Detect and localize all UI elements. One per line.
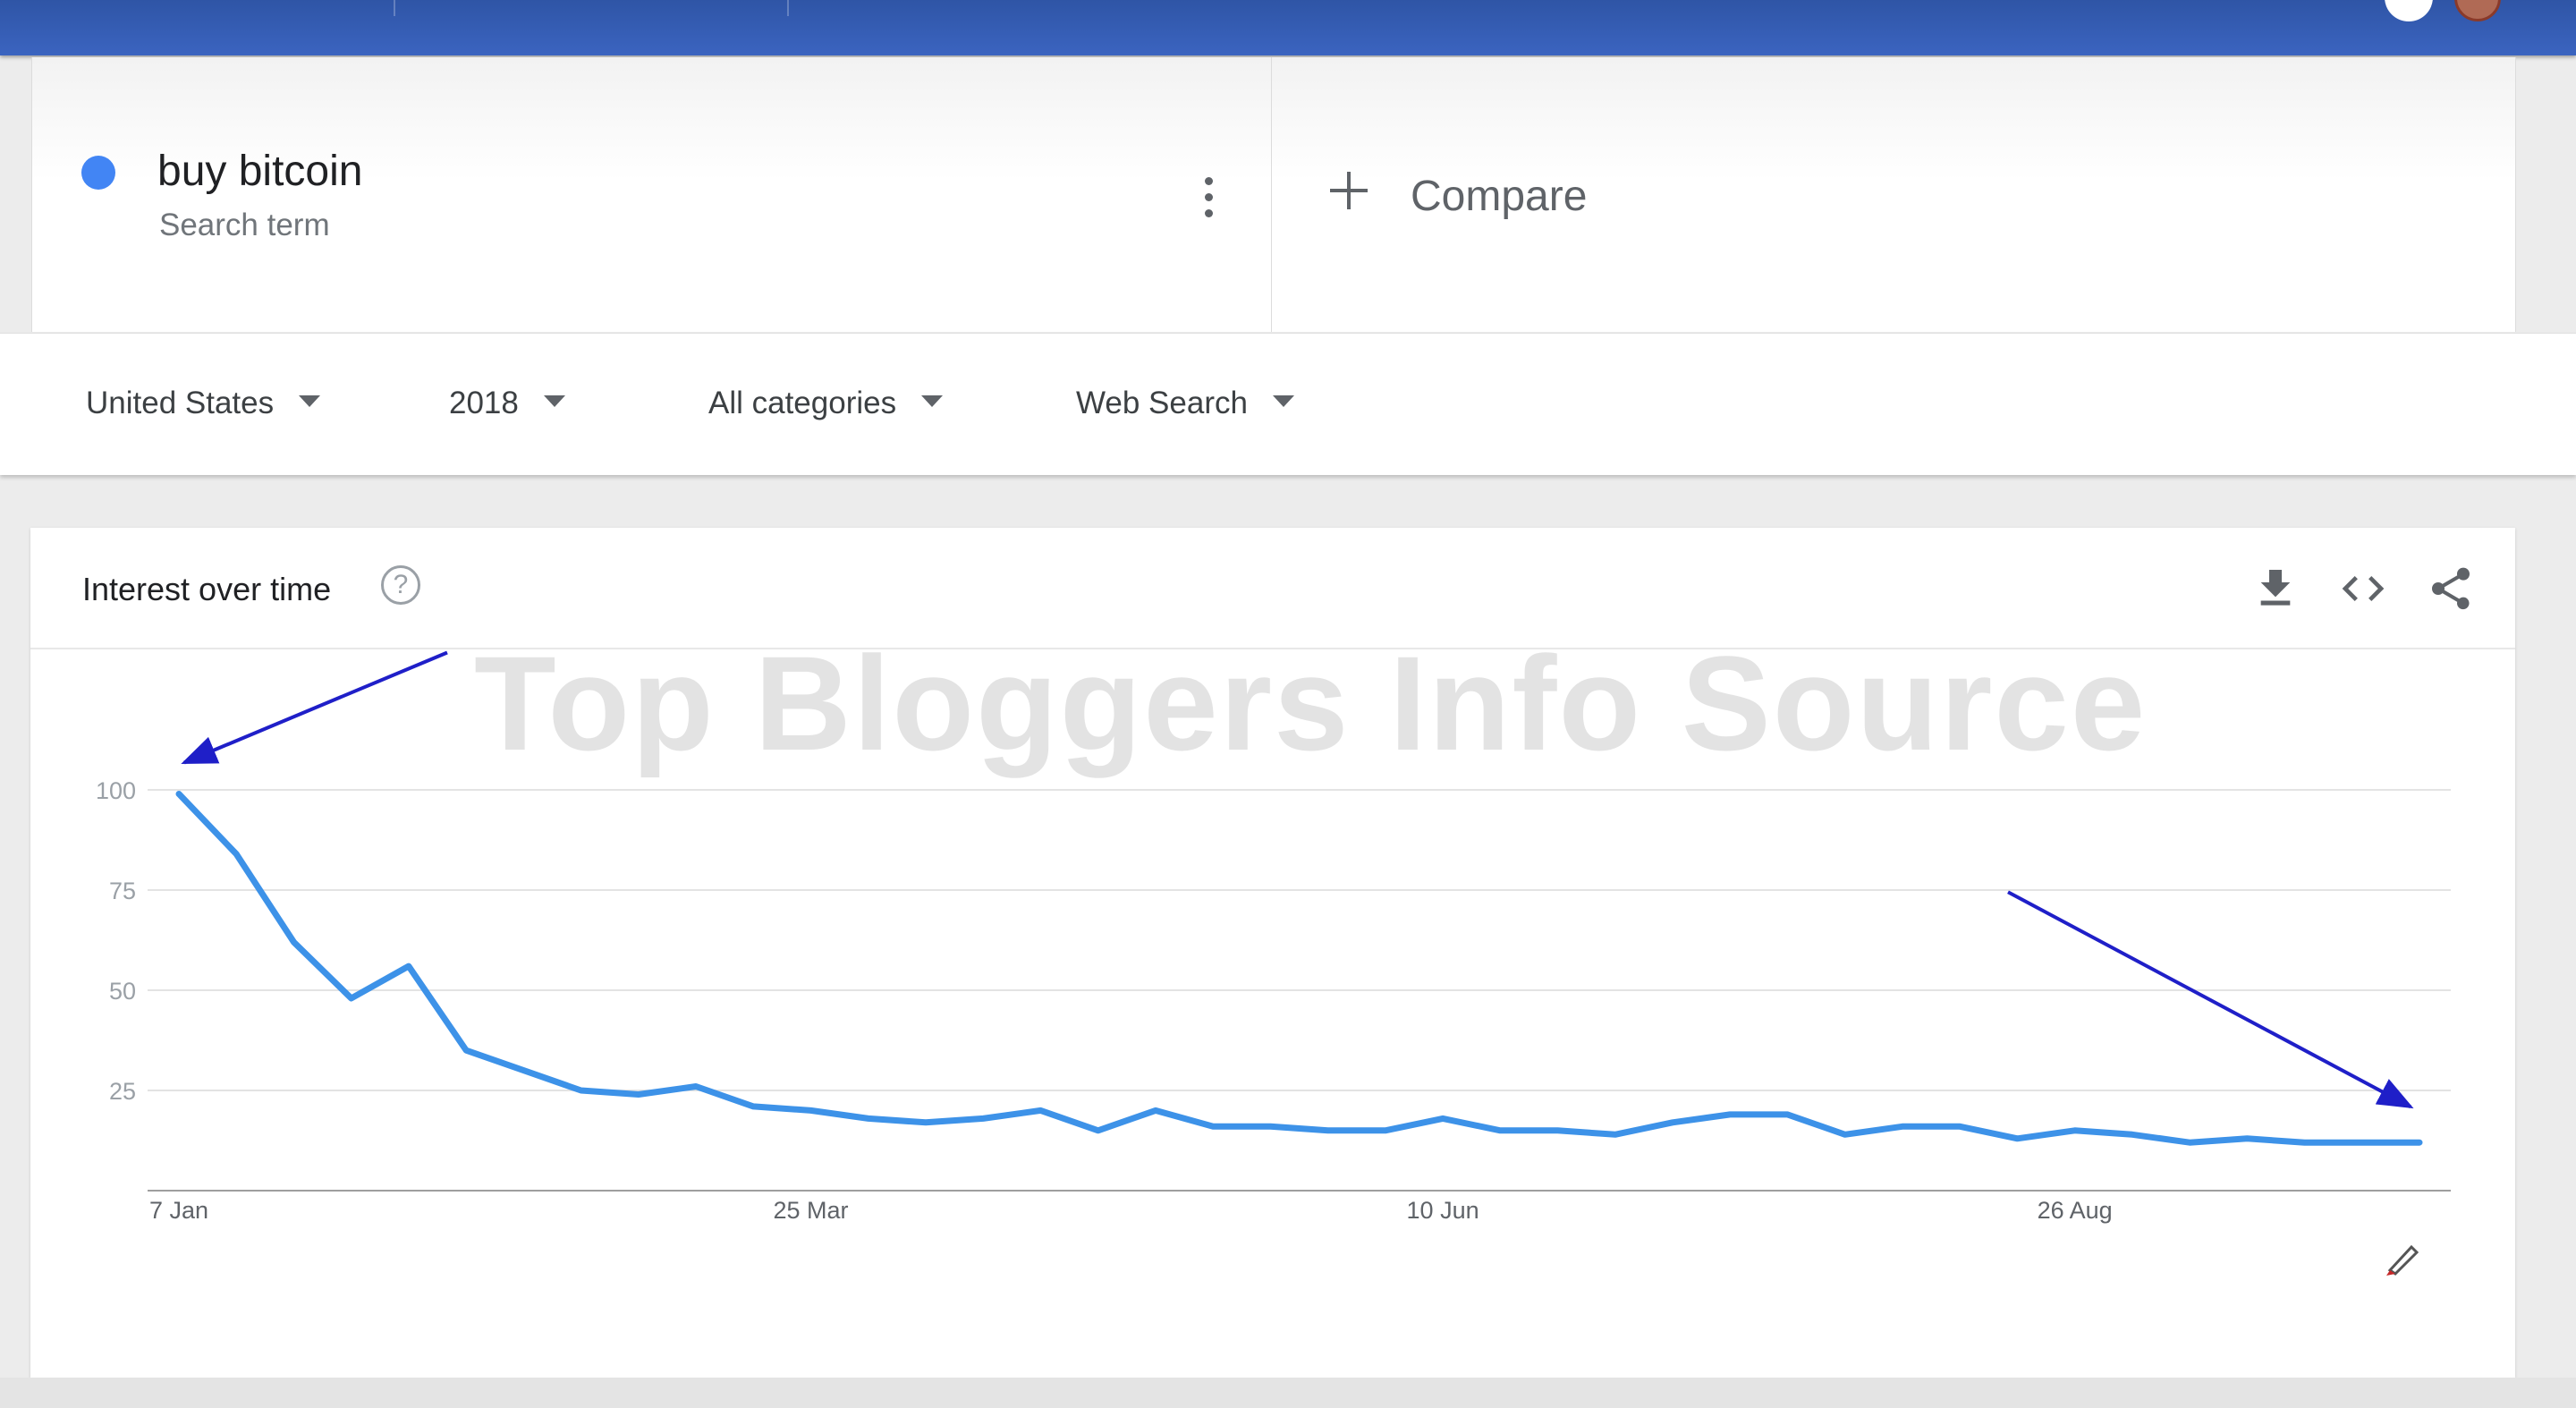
line-chart: 25 50 75 100 7 Jan 25 Mar 10 Jun 26 Aug xyxy=(96,650,2451,1224)
y-tick-label: 75 xyxy=(109,878,136,904)
y-tick-label: 100 xyxy=(96,777,136,804)
annotation-arrow-start xyxy=(181,650,448,765)
x-tick-label: 25 Mar xyxy=(774,1197,849,1224)
x-tick-label: 26 Aug xyxy=(2038,1197,2113,1224)
y-tick-label: 50 xyxy=(109,978,136,1005)
x-tick-label: 7 Jan xyxy=(149,1197,208,1224)
y-tick-label: 25 xyxy=(109,1078,136,1105)
annotation-arrow-end xyxy=(2007,890,2414,1109)
pencil-cursor-icon xyxy=(2386,1244,2419,1276)
page-bottom xyxy=(0,1378,2576,1408)
x-tick-label: 10 Jun xyxy=(1407,1197,1479,1224)
